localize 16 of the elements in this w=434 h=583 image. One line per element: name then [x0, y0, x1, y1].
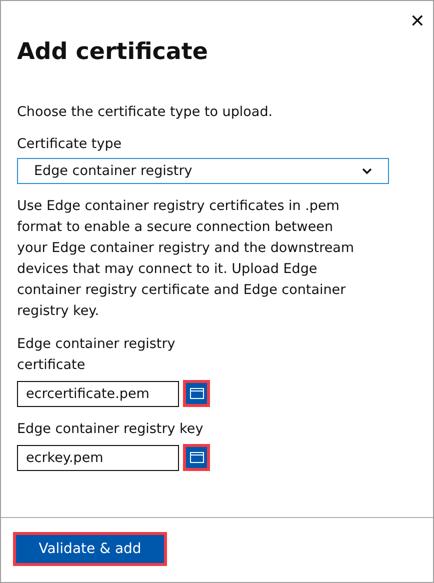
file-field[interactable]: ecrcertificate.pem	[17, 380, 179, 406]
folder-icon	[190, 452, 204, 463]
intro-text: Choose the certificate type to upload.	[17, 102, 274, 122]
file-field[interactable]: ecrkey.pem	[17, 444, 179, 470]
file-label: Edge container registry certificate	[17, 335, 176, 375]
description-text: Use Edge container registry certificates in .pem format to enable a secure connection between your Edge container registry and the downstream devices that may connect to it. Upload Edge container registry certificate and Edge container registry key.	[17, 197, 356, 321]
validate-add-button[interactable]: Validate & add	[13, 532, 167, 566]
file-label: Edge container registry key	[17, 420, 204, 439]
chevron-down-icon	[362, 168, 372, 174]
certificate-type-label: Certificate type	[17, 134, 122, 154]
browse-button[interactable]	[183, 380, 210, 407]
browse-button[interactable]	[183, 444, 210, 471]
folder-icon	[190, 388, 204, 399]
certificate-type-dropdown[interactable]: Edge container registry	[17, 158, 389, 184]
dialog-title: Add certificate	[17, 38, 209, 67]
close-button[interactable]: ✕	[410, 13, 425, 31]
